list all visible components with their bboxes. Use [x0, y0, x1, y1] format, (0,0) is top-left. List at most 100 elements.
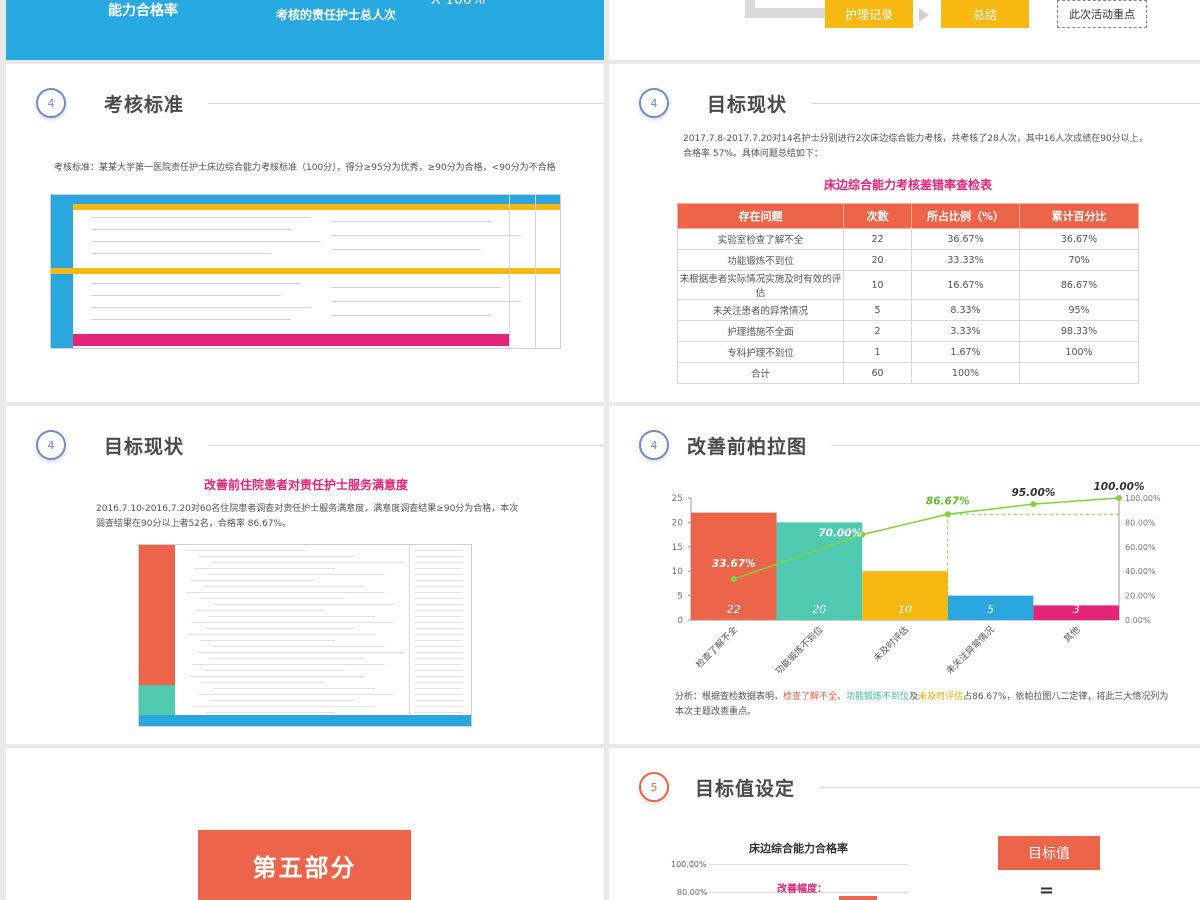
survey-option-line — [415, 706, 463, 707]
survey-row-line — [204, 628, 355, 629]
table-cell: 100% — [911, 362, 1020, 384]
bar-value-label: 5 — [987, 603, 994, 616]
assessment-table-image — [50, 194, 561, 349]
flow-connector — [745, 0, 825, 18]
cumulative-label: 95.00% — [1012, 487, 1056, 499]
survey-row-line — [196, 652, 405, 653]
survey-description: 2016.7.10-2016.7.20对60名住院患者调查对责任护士服务满意度，… — [96, 504, 519, 529]
status-description: 2017.7.8-2017.7.20对14名护士分别进行2次床边综合能力考核，共… — [683, 134, 1148, 159]
survey-row-line — [211, 562, 405, 563]
survey-row-line — [191, 622, 395, 623]
survey-option-line — [415, 604, 463, 605]
survey-option-line — [415, 646, 463, 647]
flow-box-summary: 总结 — [941, 0, 1029, 28]
section-number: 4 — [639, 88, 669, 118]
category-label: 检查了解不全 — [693, 624, 740, 671]
standard-description: 考核标准：某某大学第一医院责任护士床边综合能力考核标准（100分），得分≥95分… — [54, 163, 556, 173]
table-header-row: 存在问题 次数 所占比例（%） 累计百分比 — [677, 203, 1139, 229]
table-cell: 60 — [843, 362, 912, 384]
survey-option-line — [415, 610, 463, 611]
header-divider — [208, 102, 604, 104]
survey-option-line — [415, 670, 463, 671]
bar-value-label: 10 — [898, 603, 912, 616]
y-tick-label: 0 — [677, 616, 683, 626]
survey-row-line — [213, 646, 385, 647]
survey-option-line — [415, 712, 463, 713]
slide-target-status-satisfaction: 4 目标现状 改善前住院患者对责任护士服务满意度 2016.7.10-2016.… — [6, 406, 604, 744]
cumulative-label: 100.00% — [1093, 481, 1144, 493]
cumulative-point — [730, 575, 737, 582]
survey-row-line — [188, 676, 365, 677]
table-row: 实验室检查了解不全 22 36.67% 36.67% — [677, 228, 1139, 250]
table-cell: 未根据患者实际情况实施及时有效的评估 — [677, 270, 844, 300]
y-tick-label: 80.00% — [677, 888, 708, 897]
bar-value-label: 3 — [1073, 603, 1080, 616]
y2-tick-label: 40.00% — [1125, 567, 1156, 576]
table-cell: 20 — [843, 249, 912, 271]
survey-title: 改善前住院患者对责任护士服务满意度 — [203, 478, 408, 492]
slide-title: 目标值设定 — [695, 777, 796, 800]
slide-assessment-standard: 4 考核标准 考核标准：某某大学第一医院责任护士床边综合能力考核标准（100分）… — [6, 64, 604, 402]
survey-option-line — [415, 592, 463, 593]
table-cell: 合计 — [677, 362, 844, 384]
cumulative-point — [1030, 501, 1037, 508]
table-cell: 1 — [843, 341, 912, 363]
table-cell: 1.67% — [911, 341, 1020, 363]
table-cell — [1019, 362, 1139, 384]
table-cell: 100% — [1019, 341, 1139, 363]
table-cell: 专科护理不到位 — [677, 341, 844, 363]
slide-header: 4 目标现状 — [639, 88, 1200, 118]
y2-tick-label: 60.00% — [1125, 543, 1156, 552]
flow-arrow-icon — [919, 8, 929, 22]
y-tick-label: 25 — [672, 494, 683, 504]
table-cell: 70% — [1019, 249, 1139, 271]
formula-denominator: 考核的责任护士总人次 — [276, 8, 397, 22]
target-value-box: 目标值 — [998, 836, 1100, 870]
survey-option-line — [415, 634, 463, 635]
analysis-highlight-3: 未及时评估 — [918, 692, 964, 702]
survey-row-line — [199, 598, 345, 599]
survey-row-line — [205, 670, 345, 671]
table-cell: 护理措施不全面 — [677, 320, 844, 342]
survey-row-line — [186, 592, 385, 593]
satisfaction-survey-image — [138, 544, 472, 727]
table-cell: 36.67% — [1019, 228, 1139, 250]
slide-pareto-chart: 4 改善前柏拉图 0 5 10 15 20 25 0.00% 20.00% 40.00% 60.0… — [609, 406, 1200, 744]
cumulative-point — [1116, 495, 1122, 501]
table-row: 功能锻炼不到位 20 33.33% 70% — [677, 249, 1139, 271]
header-divider — [831, 444, 1200, 446]
table-cell: 36.67% — [911, 228, 1020, 250]
formula-left-text: 能力合格率 — [108, 3, 178, 19]
survey-row-line — [203, 586, 365, 587]
table-cell: 10 — [843, 270, 912, 300]
survey-row-line — [198, 556, 355, 557]
survey-option-line — [415, 586, 463, 587]
table-cell: 86.67% — [1019, 270, 1139, 300]
section-number: 5 — [639, 772, 669, 802]
survey-row-line — [212, 604, 395, 605]
survey-row-line — [194, 568, 335, 569]
table-row: 护理措施不全面 2 3.33% 98.33% — [677, 320, 1139, 342]
cumulative-label: 33.67% — [712, 558, 756, 570]
survey-row-line — [200, 640, 335, 641]
category-label: 功能锻炼不到位 — [772, 624, 825, 677]
slide-header: 5 目标值设定 — [639, 772, 1200, 802]
table-cell: 16.67% — [911, 270, 1020, 300]
cumulative-label: 70.00% — [818, 528, 862, 540]
slide-flow-partial: 护理记录 总结 此次活动重点 — [609, 0, 1200, 60]
survey-row-line — [192, 664, 385, 665]
section-number: 4 — [36, 88, 66, 118]
survey-option-line — [415, 622, 463, 623]
survey-option-line — [415, 688, 463, 689]
slide-formula-partial: 能力合格率 考核的责任护士总人次 X 100% — [6, 0, 604, 60]
survey-option-line — [415, 562, 463, 563]
survey-option-line — [415, 652, 463, 653]
col-header: 所占比例（%） — [911, 203, 1020, 229]
survey-option-line — [415, 700, 463, 701]
y-tick-label: 5 — [677, 592, 683, 602]
table-title: 床边综合能力考核差错率查检表 — [823, 178, 992, 192]
survey-row-line — [185, 550, 305, 551]
table-row: 专科护理不到位 1 1.67% 100% — [677, 341, 1139, 363]
category-label: 其他 — [1061, 624, 1082, 645]
col-header: 存在问题 — [677, 203, 844, 229]
